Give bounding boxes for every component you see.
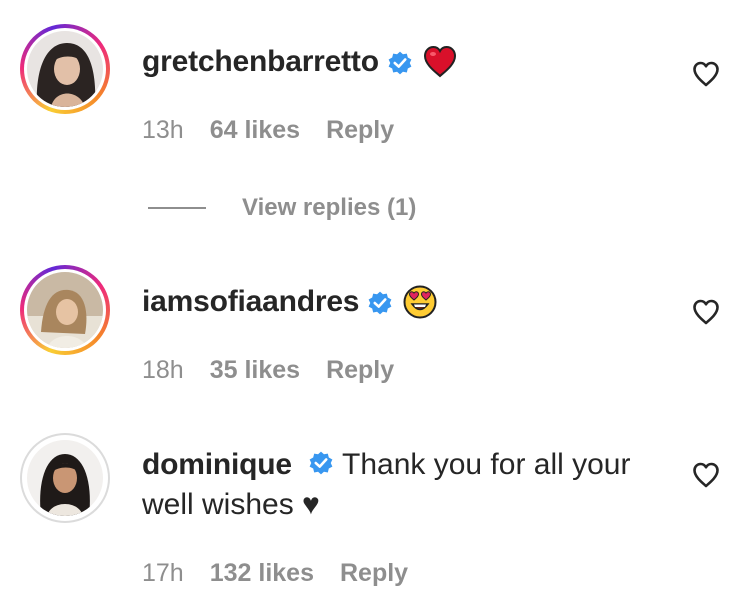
avatar-ring[interactable] — [20, 433, 110, 523]
red-heart-emoji-icon — [423, 45, 457, 79]
verified-badge-icon — [308, 448, 334, 475]
reply-button[interactable]: Reply — [340, 559, 408, 588]
view-replies-button[interactable]: View replies (1) — [148, 194, 416, 222]
likes-count[interactable]: 35 likes — [210, 356, 300, 385]
username[interactable]: dominique — [142, 448, 292, 481]
username[interactable]: iamsofiaandres — [142, 283, 359, 321]
like-heart-icon[interactable] — [692, 298, 720, 326]
username[interactable]: gretchenbarretto — [142, 43, 379, 81]
reply-button[interactable]: Reply — [326, 356, 394, 385]
comment-time: 17h — [142, 559, 184, 587]
likes-count[interactable]: 132 likes — [210, 559, 314, 588]
likes-count[interactable]: 64 likes — [210, 116, 300, 145]
comment-header: gretchenbarretto — [142, 43, 457, 81]
comment-meta: 17h 132 likes Reply — [142, 559, 408, 588]
comment-body: dominique Thank you for all your well wi… — [142, 445, 672, 525]
like-heart-icon[interactable] — [692, 60, 720, 88]
heart-eyes-emoji-icon — [403, 285, 437, 319]
verified-badge-icon — [387, 49, 413, 75]
comment-header: iamsofiaandres — [142, 283, 437, 321]
like-heart-icon[interactable] — [692, 461, 720, 489]
verified-badge-icon — [367, 289, 393, 315]
avatar — [27, 440, 103, 516]
avatar-story-ring[interactable] — [20, 265, 110, 355]
reply-button[interactable]: Reply — [326, 116, 394, 145]
comment-time: 18h — [142, 356, 184, 384]
view-replies-line — [148, 207, 206, 209]
avatar — [27, 272, 103, 348]
avatar — [27, 31, 103, 107]
comment-time: 13h — [142, 116, 184, 144]
view-replies-label: View replies (1) — [242, 194, 417, 221]
comment-meta: 18h 35 likes Reply — [142, 356, 394, 385]
avatar-story-ring[interactable] — [20, 24, 110, 114]
comment-meta: 13h 64 likes Reply — [142, 116, 394, 145]
